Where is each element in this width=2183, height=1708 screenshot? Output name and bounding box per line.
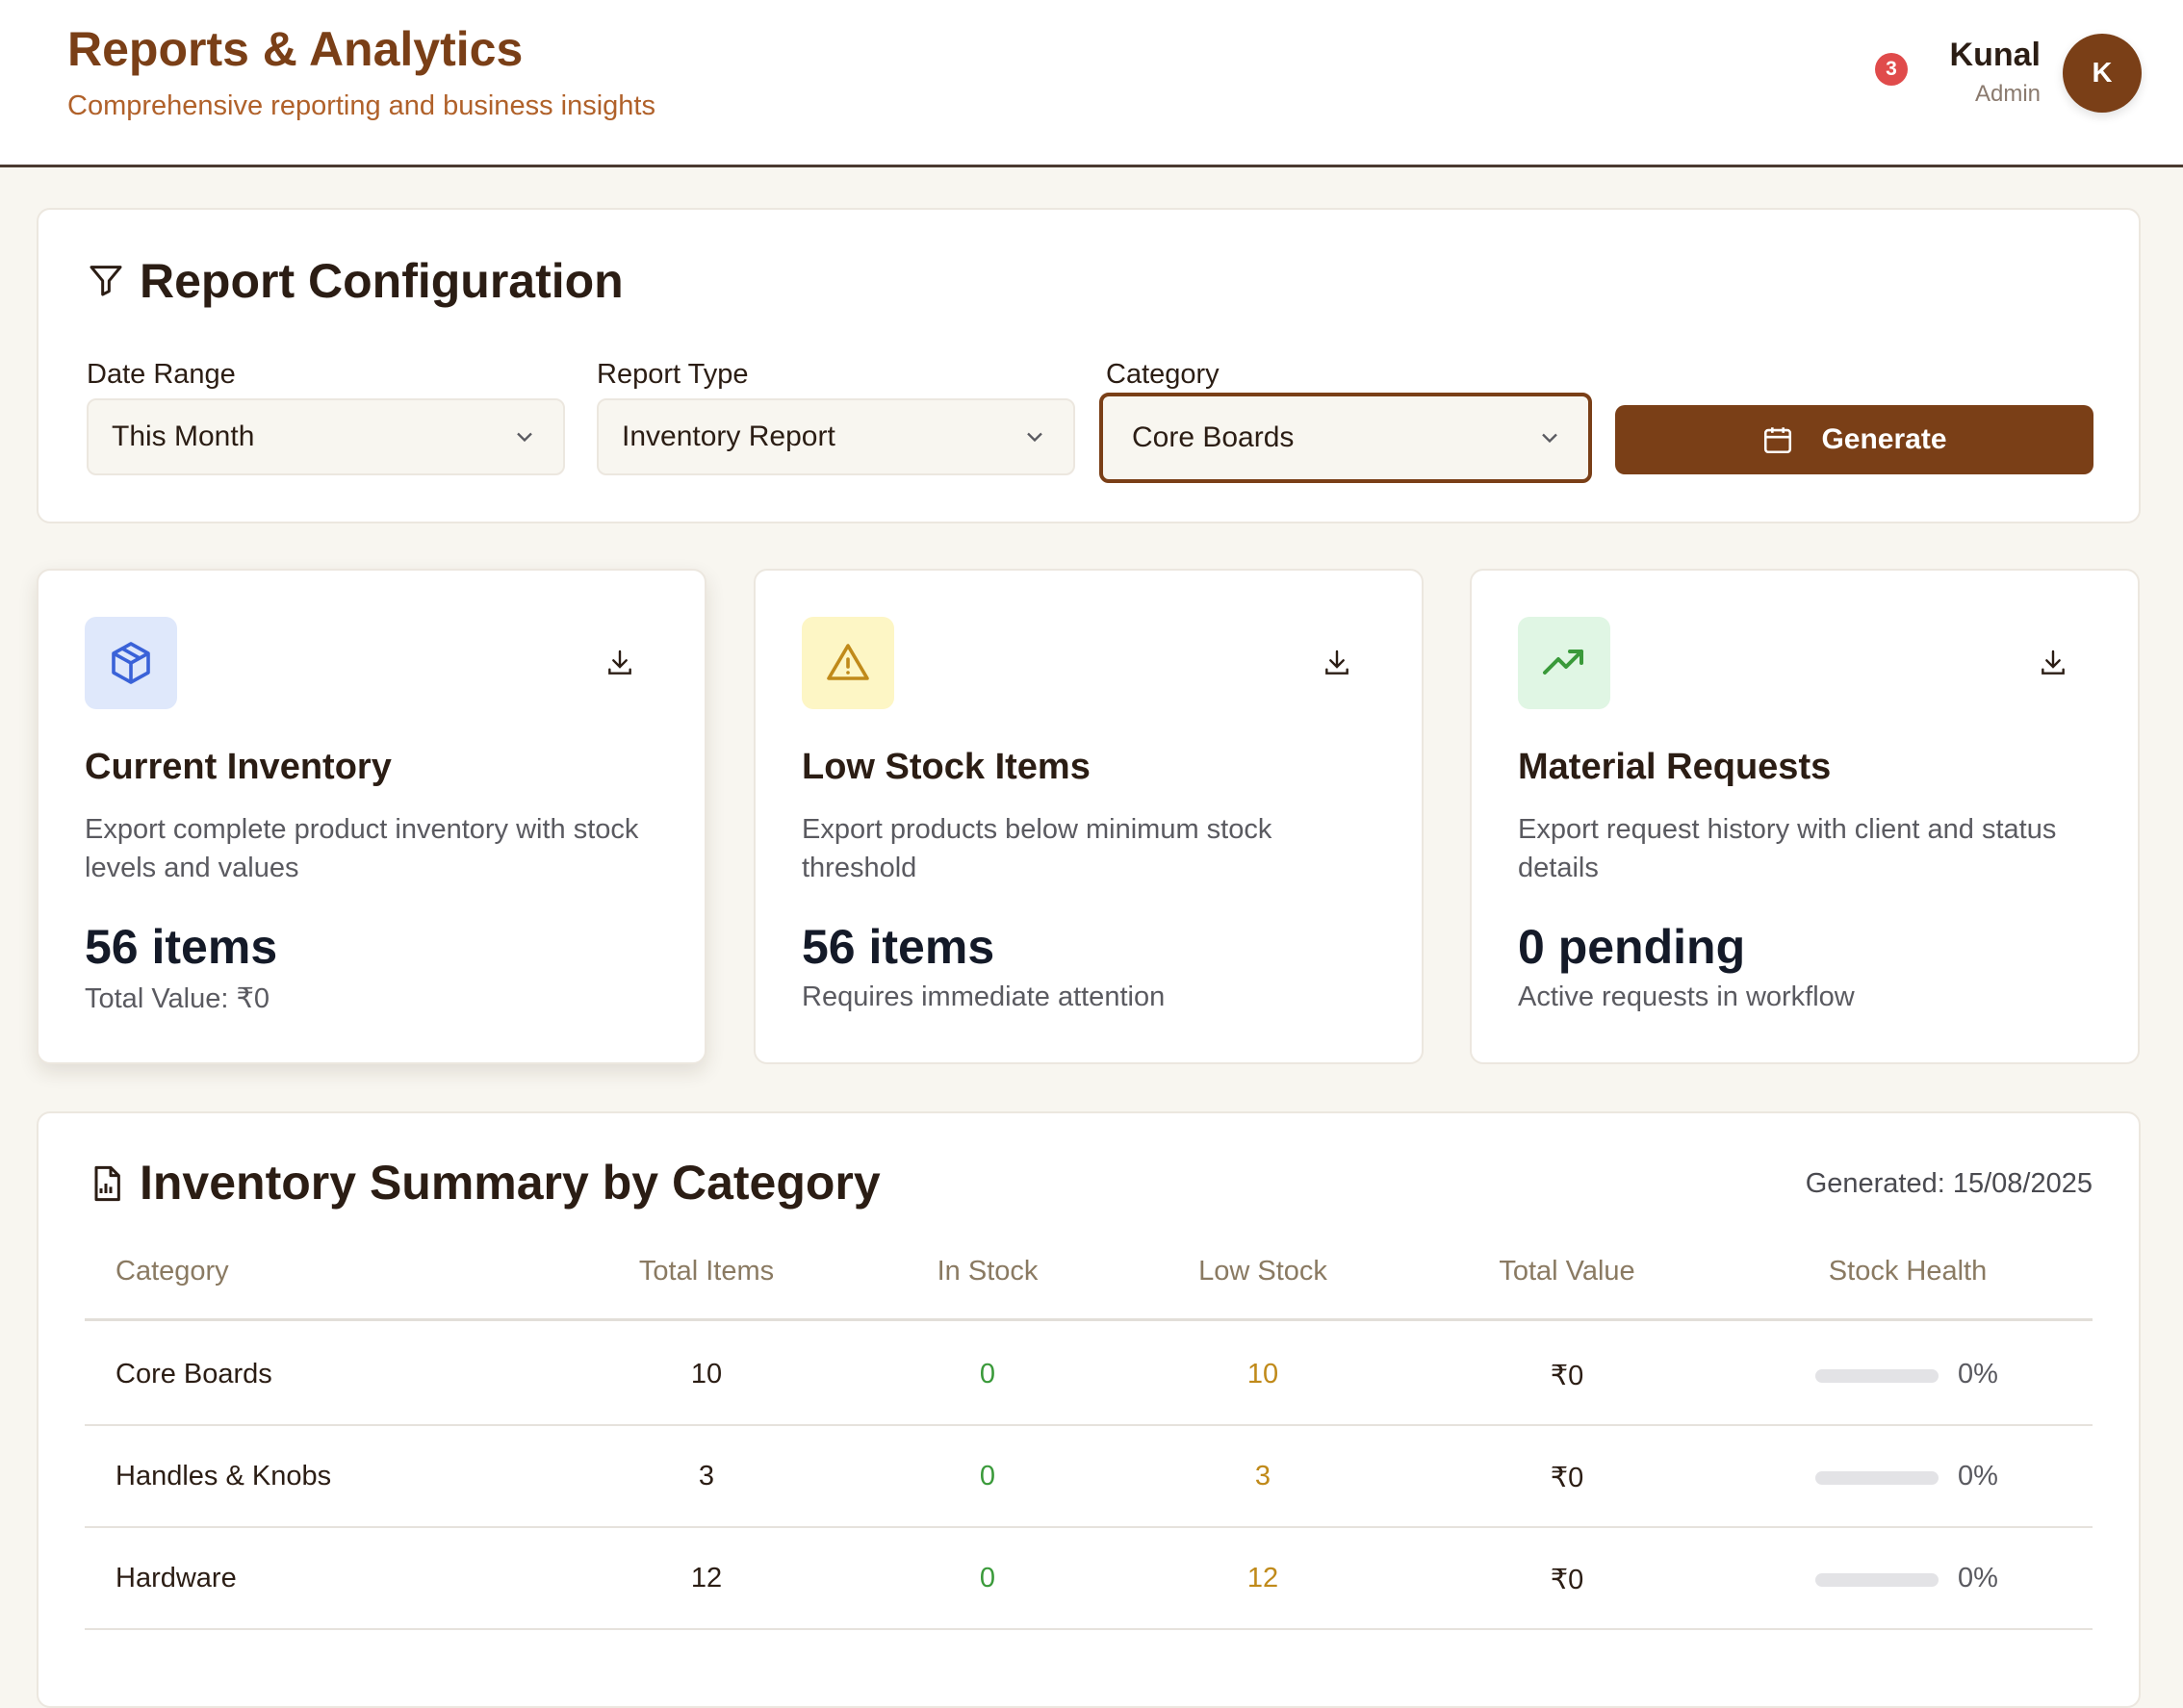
column-header: Total Value	[1499, 1256, 1635, 1287]
column-header: Low Stock	[1198, 1256, 1327, 1287]
category-value: Core Boards	[1132, 421, 1295, 453]
report-type-value: Inventory Report	[622, 421, 835, 452]
report-title: Material Requests	[1518, 747, 1832, 787]
in-stock-cell: 0	[979, 1461, 996, 1491]
download-icon[interactable]	[1322, 648, 1352, 678]
total-value-cell: ₹0	[1550, 1565, 1584, 1595]
user-role: Admin	[1974, 81, 2041, 107]
report-title: Current Inventory	[85, 747, 392, 787]
download-icon[interactable]	[604, 648, 635, 678]
download-icon[interactable]	[2038, 648, 2068, 678]
column-header: Total Items	[638, 1256, 775, 1287]
table-row[interactable]: Hardware 12 0 12 ₹0 0%	[85, 1528, 2093, 1630]
generated-date: Generated: 15/08/2025	[1805, 1168, 2093, 1199]
table-row[interactable]: Handles & Knobs 3 0 3 ₹0 0%	[85, 1426, 2093, 1528]
table-row[interactable]: Core Boards 10 0 10 ₹0 0%	[85, 1324, 2093, 1426]
stock-health-value: 0%	[1958, 1359, 1998, 1389]
generate-label: Generate	[1821, 423, 1947, 455]
page-title: Reports & Analytics	[67, 22, 524, 76]
chevron-down-icon	[1027, 432, 1042, 443]
total-items-cell: 10	[690, 1359, 723, 1389]
stock-health-bar	[1815, 1369, 1939, 1383]
stock-health-value: 0%	[1958, 1461, 1998, 1491]
report-subtext: Requires immediate attention	[802, 981, 1166, 1012]
category-label: Category	[1106, 359, 1220, 390]
report-value: 0 pending	[1518, 920, 1746, 974]
inventory-summary-card: Inventory Summary by Category Generated:…	[37, 1111, 2141, 1708]
date-range-select[interactable]: This Month	[87, 398, 565, 475]
report-description: Export products below minimum stock thre…	[802, 814, 1272, 883]
category-select[interactable]: Core Boards	[1099, 393, 1592, 483]
page-subtitle: Comprehensive reporting and business ins…	[67, 90, 655, 121]
category-cell: Handles & Knobs	[116, 1461, 332, 1491]
report-value: 56 items	[85, 920, 278, 974]
report-value: 56 items	[802, 920, 995, 974]
icon-box	[85, 617, 177, 709]
stock-health-bar	[1815, 1573, 1939, 1587]
avatar[interactable]: K	[2063, 34, 2142, 113]
icon-box	[802, 617, 894, 709]
category-cell: Core Boards	[116, 1359, 272, 1389]
report-type-select[interactable]: Inventory Report	[597, 398, 1075, 475]
column-header: Category	[116, 1256, 229, 1287]
table-header: Category Total Items In Stock Low Stock …	[85, 1256, 2093, 1321]
filter-icon	[90, 266, 122, 296]
calendar-icon	[1764, 427, 1792, 454]
report-description: Export complete product inventory with s…	[85, 814, 639, 883]
generate-button[interactable]: Generate	[1615, 405, 2093, 474]
report-configuration-card: Report Configuration Date Range This Mon…	[37, 208, 2141, 523]
date-range-value: This Month	[112, 421, 255, 452]
column-header: Stock Health	[1828, 1256, 1988, 1287]
category-cell: Hardware	[116, 1563, 237, 1593]
in-stock-cell: 0	[979, 1563, 996, 1593]
trending-up-icon	[1543, 650, 1583, 675]
column-header: In Stock	[937, 1256, 1039, 1287]
stock-health-value: 0%	[1958, 1563, 1998, 1593]
total-value-cell: ₹0	[1550, 1463, 1584, 1493]
total-value-cell: ₹0	[1550, 1361, 1584, 1391]
report-title: Low Stock Items	[802, 747, 1091, 787]
document-chart-icon	[94, 1165, 120, 1202]
icon-box	[1518, 617, 1610, 709]
report-type-label: Report Type	[597, 359, 749, 390]
low-stock-cell: 10	[1246, 1359, 1279, 1389]
in-stock-cell: 0	[979, 1359, 996, 1389]
app-header: Reports & Analytics Comprehensive report…	[0, 0, 2183, 167]
total-items-cell: 3	[698, 1461, 715, 1491]
chevron-down-icon	[517, 432, 532, 443]
warning-icon	[827, 644, 869, 680]
report-card-current-inventory[interactable]: Current Inventory Export complete produc…	[37, 569, 706, 1064]
date-range-label: Date Range	[87, 359, 236, 390]
report-subtext: Total Value: ₹0	[85, 983, 270, 1014]
report-card-low-stock[interactable]: Low Stock Items Export products below mi…	[754, 569, 1424, 1064]
low-stock-cell: 3	[1254, 1461, 1271, 1491]
stock-health-bar	[1815, 1471, 1939, 1485]
section-title: Inventory Summary by Category	[140, 1156, 881, 1210]
total-items-cell: 12	[690, 1563, 723, 1593]
notification-badge[interactable]: 3	[1875, 53, 1908, 86]
user-name: Kunal	[1949, 37, 2041, 73]
report-card-material-requests[interactable]: Material Requests Export request history…	[1470, 569, 2140, 1064]
report-description: Export request history with client and s…	[1518, 814, 2057, 883]
chevron-down-icon	[1542, 433, 1557, 444]
box-icon	[112, 642, 150, 684]
section-title: Report Configuration	[140, 254, 624, 308]
low-stock-cell: 12	[1246, 1563, 1279, 1593]
report-subtext: Active requests in workflow	[1518, 981, 1855, 1012]
